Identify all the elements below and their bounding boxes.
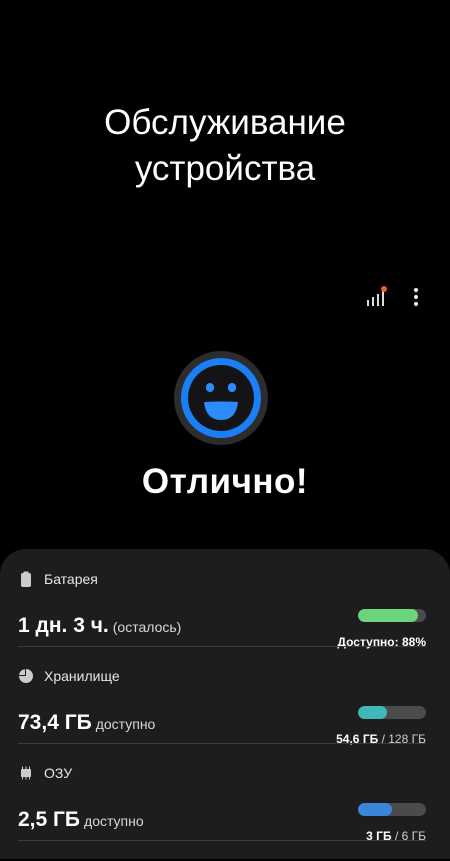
ram-note: доступно [84, 813, 144, 829]
notification-dot [381, 286, 387, 292]
divider [18, 646, 426, 647]
title-line-2: устройства [134, 149, 316, 188]
storage-row[interactable]: Хранилище 73,4 ГБ доступно 54,6 ГБ / 128 … [18, 668, 426, 764]
battery-progress-fill [358, 609, 418, 622]
battery-progress-bar [358, 609, 426, 622]
status-label: Отлично! [141, 462, 309, 501]
divider [18, 840, 426, 841]
storage-progress-bar [358, 706, 426, 719]
ram-value: 2,5 ГБ [18, 808, 81, 831]
ram-progress-bar [358, 803, 426, 816]
ram-progress-fill [358, 803, 392, 816]
battery-note: (осталось) [112, 619, 182, 635]
title-line-1: Обслуживание [104, 103, 346, 142]
pie-chart-icon [18, 668, 34, 684]
storage-note: доступно [95, 716, 156, 732]
smiley-face-icon [173, 350, 269, 446]
battery-row[interactable]: Батарея 1 дн. 3 ч. (осталось) Доступно: 8… [18, 571, 426, 667]
page-title: Обслуживание устройства [0, 100, 450, 192]
divider [18, 743, 426, 744]
storage-progress-fill [358, 706, 388, 719]
bar-chart-icon[interactable] [366, 286, 388, 308]
battery-value: 1 дн. 3 ч. [18, 614, 109, 637]
more-options-icon[interactable] [406, 286, 426, 308]
battery-label: Батарея [44, 571, 98, 587]
ram-label: ОЗУ [44, 765, 73, 781]
storage-value: 73,4 ГБ [18, 711, 92, 734]
summary-panel: Батарея 1 дн. 3 ч. (осталось) Доступно: 8… [0, 549, 450, 859]
memory-chip-icon [18, 765, 34, 781]
ram-row[interactable]: ОЗУ 2,5 ГБ доступно 3 ГБ / 6 ГБ [18, 765, 426, 861]
battery-icon [18, 571, 34, 587]
storage-label: Хранилище [44, 668, 120, 684]
